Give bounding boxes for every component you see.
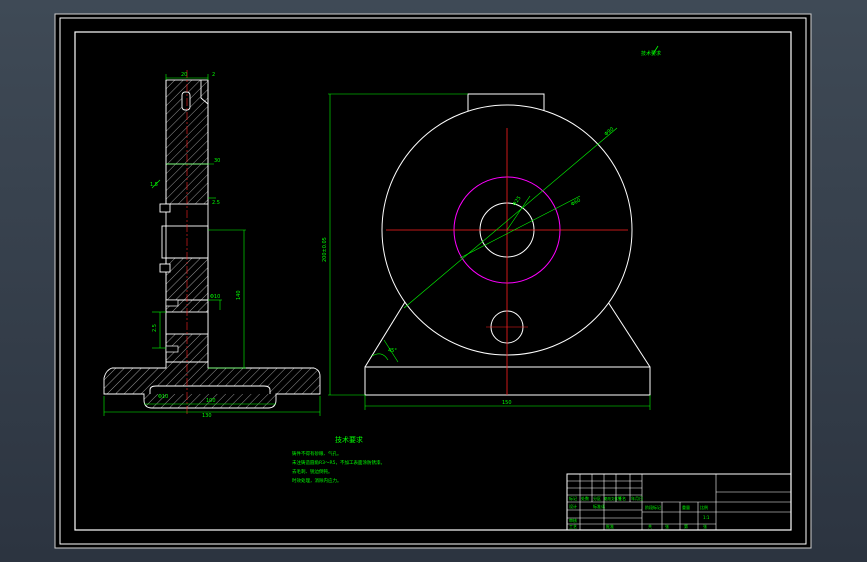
cross-hole-edge-bottom	[165, 345, 179, 353]
tb-label: 分区	[593, 495, 601, 501]
tb-label: 年月日	[631, 495, 643, 501]
tb-sheet: 张	[665, 523, 669, 529]
dim-slot-a: 1.5	[150, 182, 158, 188]
dim-base-inner: 100	[206, 398, 216, 404]
dim-base-total: 130	[202, 413, 212, 419]
tb-stage-label: 阶段标记	[645, 504, 661, 510]
dim-cross-hole: 2.5	[152, 324, 158, 332]
dim-slot-b: 2.5	[212, 200, 220, 206]
tb-label: 标记	[569, 495, 577, 501]
tb-sign-label: 设计	[569, 503, 577, 509]
dim-base-width: 150	[502, 400, 512, 406]
dim-rib-angle: 45°	[388, 348, 397, 354]
tb-sign-label: 工艺	[569, 524, 577, 529]
tb-sheet: 张	[703, 523, 707, 529]
tb-sheet: 第	[684, 523, 688, 529]
tb-sign-label: 批准	[606, 523, 614, 529]
corner-note: 技术要求	[641, 50, 661, 57]
dim-top-chamfer: 2	[212, 72, 215, 78]
tech-req-title: 技术要求	[335, 435, 363, 444]
tech-req-line: 未注铸造圆角R3～R5，不加工表面涂防锈漆。	[292, 459, 385, 466]
dim-mid-width: 30	[214, 158, 220, 164]
dim-height: 140	[236, 290, 242, 300]
tb-sheet: 共	[648, 523, 652, 529]
post-section-middle	[165, 257, 209, 301]
tb-stage-label: 重量	[682, 504, 690, 510]
tb-label: 处数	[581, 495, 589, 501]
tb-sign-label: 审核	[569, 517, 577, 523]
tb-label: 签名	[618, 495, 626, 501]
dim-hole: Φ10	[210, 294, 220, 300]
tb-sign-label: 标准化	[593, 503, 605, 509]
tb-stage-label: 比例	[700, 504, 708, 510]
tech-req-line: 去毛刺、锐边倒钝。	[292, 468, 333, 475]
dim-overall-height: 200±0.05	[322, 237, 328, 262]
post-groove-upper	[159, 203, 171, 213]
top-key-slot	[181, 91, 191, 111]
dim-top-width: 20	[181, 72, 187, 78]
dim-base-hole: Φ10	[158, 394, 168, 400]
tech-req-line: 铸件不得有砂眼、气孔。	[292, 450, 342, 457]
tech-req-line: 时效处理，消除内应力。	[292, 477, 342, 484]
base-recess	[149, 385, 271, 394]
cross-hole-edge-top	[165, 299, 179, 307]
tb-scale: 1:1	[703, 515, 710, 520]
cad-drawing-canvas: 技术要求 20 2 30 1.5 2.5 Φ10 140 2.5 100 130…	[54, 13, 812, 549]
post-groove-lower	[159, 263, 171, 273]
